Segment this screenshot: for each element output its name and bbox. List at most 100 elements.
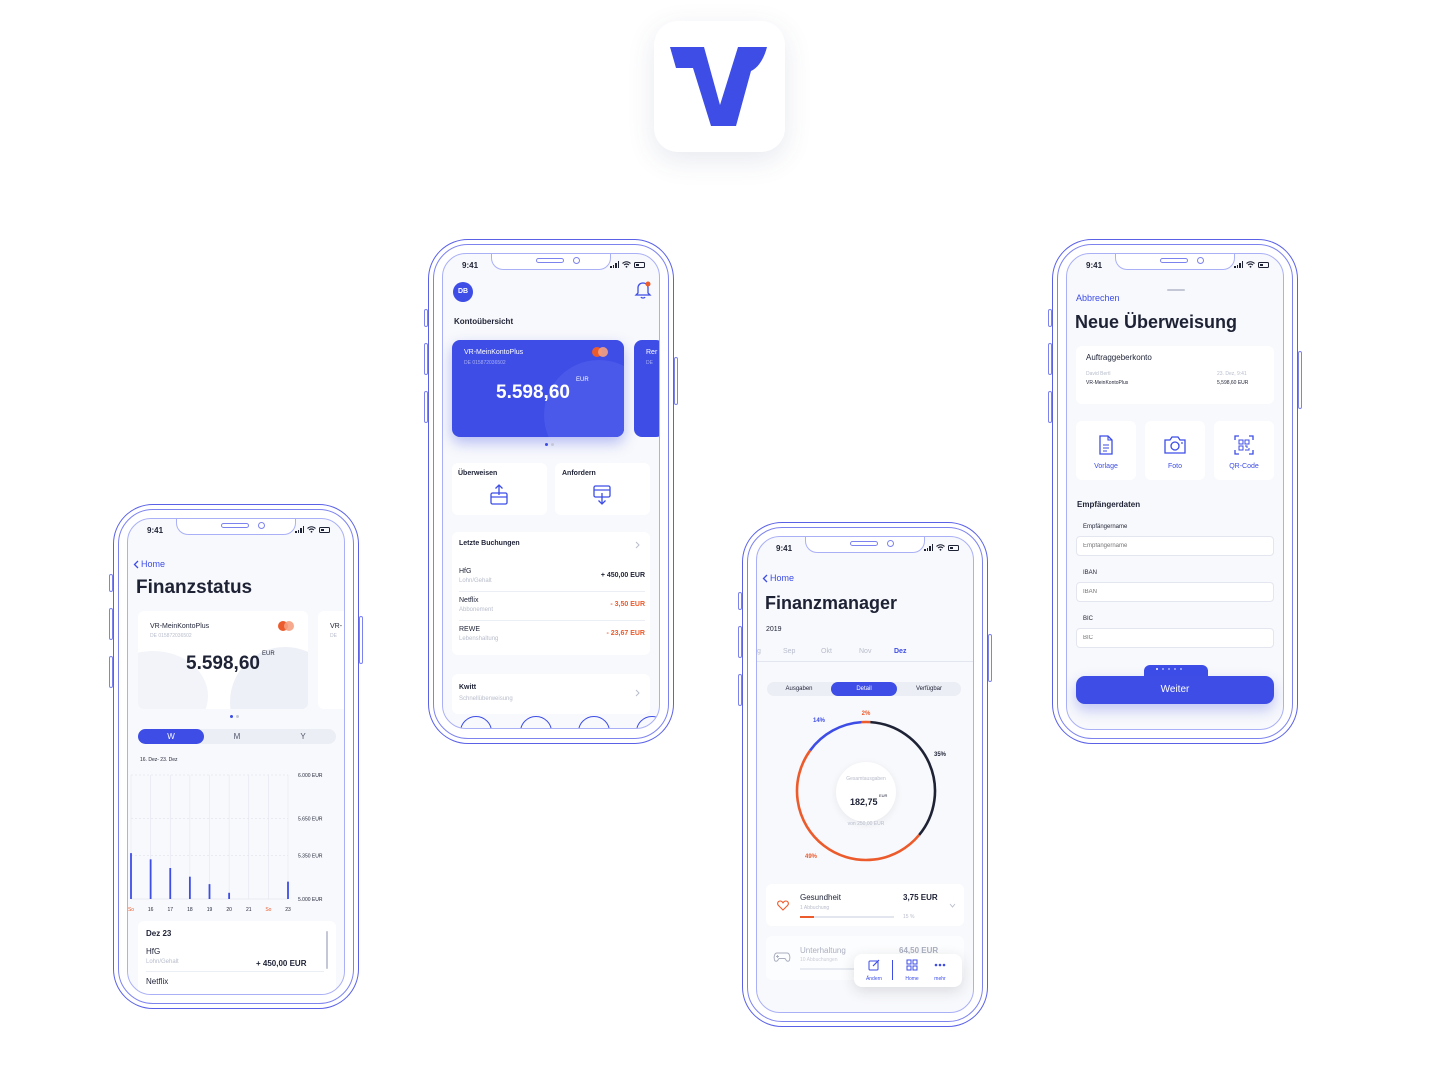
page-title: Neue Überweisung: [1075, 312, 1238, 332]
page-dot: [236, 715, 239, 718]
signal-icon: [1234, 261, 1243, 268]
segment-month[interactable]: M: [204, 729, 270, 744]
scrollbar[interactable]: [326, 931, 328, 969]
month-tab[interactable]: Nov: [859, 648, 871, 655]
status-time: 9:41: [462, 261, 479, 270]
payer-balance: 5,598,60 EUR: [1217, 380, 1249, 386]
template-option-button[interactable]: Vorlage: [1076, 421, 1136, 480]
kwitt-card[interactable]: Kwitt Schnellüberweisung: [452, 674, 650, 714]
back-link[interactable]: Home: [133, 559, 165, 569]
wifi-icon: [1246, 261, 1255, 268]
category-row[interactable]: Gesundheit 1 Abbuchung 3,75 EUR 15 %: [766, 884, 964, 926]
card-iban: DE 015872036502: [150, 633, 192, 639]
account-card[interactable]: VR-MeinKontoPlus DE 015872036502 5.598,6…: [138, 611, 308, 709]
field-input[interactable]: [1076, 628, 1274, 648]
phone-neue-ueberweisung: 9:41 Abbrechen Neue Überweisung Auftragg…: [1048, 239, 1302, 744]
payer-account-card[interactable]: Auftraggeberkonto David Bertl 23. Dez, 9…: [1076, 346, 1274, 404]
transfer-button[interactable]: Überweisen: [452, 463, 547, 515]
document-icon: [1099, 435, 1113, 455]
screen: 9:41 Home Finanzmanager 2019 g Sep Okt N…: [756, 536, 974, 1013]
battery-icon: [1258, 261, 1269, 268]
field-label: IBAN: [1083, 570, 1098, 576]
segment-week[interactable]: W: [138, 729, 204, 744]
field-input[interactable]: [1076, 582, 1274, 602]
x-tick-label: 16: [148, 907, 154, 913]
balance-bar: [188, 876, 191, 899]
donut-segment-label: 35%: [934, 752, 947, 758]
contact-avatar[interactable]: [520, 716, 552, 728]
screen: 9:41 Abbrechen Neue Überweisung Auftragg…: [1066, 253, 1284, 730]
account-card-peek[interactable]: VR- DE: [318, 611, 344, 709]
contact-avatar[interactable]: [460, 716, 492, 728]
account-card-peek[interactable]: Rer DE: [634, 340, 659, 437]
balance-bar-chart: 6.000 EUR 5.650 EUR 5.350 EUR 5.000 EUR So 1…: [128, 773, 323, 913]
photo-option-button[interactable]: Foto: [1145, 421, 1205, 480]
dock-edit-button[interactable]: Ändern: [862, 958, 886, 982]
avatar[interactable]: DB: [453, 282, 473, 302]
phone-finanzstatus: 9:41 Home Finanzstatus VR-MeinKontoPlus …: [109, 504, 363, 1009]
contact-avatar[interactable]: [578, 716, 610, 728]
booking-name: Netflix: [459, 597, 479, 604]
month-tab[interactable]: g: [757, 648, 761, 655]
month-tab[interactable]: Sep: [783, 648, 795, 655]
donut-center-sub: von 250,00 EUR: [847, 821, 885, 827]
category-amount: 3,75 EUR: [903, 893, 938, 902]
grid-icon: [906, 959, 918, 971]
booking-row[interactable]: Netflix Abbonement - 3,50 EUR: [452, 595, 650, 624]
bookings-title: Letzte Buchungen: [459, 540, 520, 547]
page-title: Finanzmanager: [765, 593, 898, 613]
request-money-icon: [593, 485, 611, 505]
notification-bell-icon[interactable]: [634, 280, 652, 300]
phone-finanzmanager: 9:41 Home Finanzmanager 2019 g Sep Okt N…: [738, 522, 992, 1027]
balance-bar: [228, 892, 231, 899]
tab-verfuegbar[interactable]: Verfügbar: [897, 682, 961, 696]
card-name: VR-MeinKontoPlus: [464, 349, 524, 356]
tab-detail[interactable]: Detail: [831, 682, 897, 696]
next-button[interactable]: Weiter: [1076, 676, 1274, 704]
transaction-name: Netflix: [146, 977, 169, 986]
donut-center-label: Gesamtausgaben: [846, 776, 886, 782]
qr-code-option-button[interactable]: QR-Code: [1214, 421, 1274, 480]
card-amount: 5.598,60: [186, 653, 260, 674]
field-label: BIC: [1083, 616, 1094, 622]
booking-row[interactable]: HfG Lohn/Gehalt + 450,00 EUR: [452, 566, 650, 595]
chevron-left-icon: [762, 574, 768, 582]
balance-bar: [169, 868, 172, 899]
transaction-sub: Lohn/Gehalt: [146, 959, 179, 965]
sheet-grabber[interactable]: [1167, 289, 1185, 291]
dock-home-button[interactable]: Home: [900, 958, 924, 982]
x-tick-label: So: [128, 907, 134, 913]
status-icons: [295, 526, 330, 533]
y-tick-label: 5.000 EUR: [298, 897, 323, 903]
card-name: VR-MeinKontoPlus: [150, 623, 210, 630]
request-button[interactable]: Anfordern: [555, 463, 650, 515]
recent-bookings-card[interactable]: Letzte Buchungen HfG Lohn/Gehalt + 450,00 …: [452, 532, 650, 655]
contact-avatar[interactable]: [636, 716, 659, 728]
booking-sub: Lohn/Gehalt: [459, 578, 492, 584]
category-progress-fill: [800, 916, 815, 918]
tab-ausgaben[interactable]: Ausgaben: [767, 682, 831, 696]
segment-year[interactable]: Y: [270, 729, 336, 744]
month-tab-active[interactable]: Dez: [894, 648, 906, 655]
cancel-link[interactable]: Abbrechen: [1076, 293, 1120, 303]
booking-amount: - 3,50 EUR: [610, 601, 645, 608]
send-money-icon: [490, 484, 508, 505]
dock-more-button[interactable]: mehr: [928, 958, 952, 982]
chevron-right-icon: [635, 541, 640, 549]
donut-segment: [809, 720, 862, 752]
wifi-icon: [622, 261, 631, 268]
transactions-list: Dez 23 HfG Lohn/Gehalt + 450,00 EUR Netf…: [138, 921, 336, 994]
balance-bar: [208, 884, 211, 899]
booking-row[interactable]: REWE Lebenshaltung - 23,67 EUR: [452, 624, 650, 653]
back-link[interactable]: Home: [762, 573, 794, 583]
camera-icon: [1164, 436, 1186, 454]
page-dot-active: [545, 443, 548, 446]
account-card[interactable]: VR-MeinKontoPlus DE 015872036502 5.598,6…: [452, 340, 624, 437]
category-percent: 15 %: [903, 914, 915, 920]
transaction-name: HfG: [146, 947, 161, 956]
payer-account: VR-MeinKontoPlus: [1086, 380, 1129, 386]
y-tick-label: 5.650 EUR: [298, 816, 323, 822]
phone-kontouebersicht: 9:41 DB Kontoübersicht VR-MeinKontoPlus …: [424, 239, 678, 744]
month-tab[interactable]: Okt: [821, 648, 832, 655]
field-input[interactable]: [1076, 536, 1274, 556]
